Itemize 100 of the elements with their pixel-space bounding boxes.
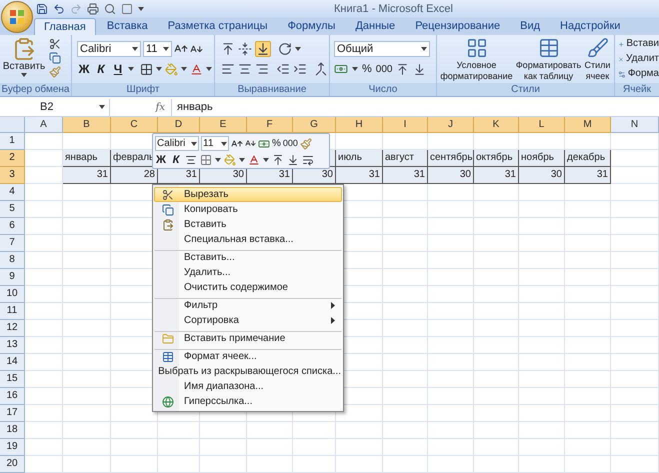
ribbon-tab[interactable]: Надстройки bbox=[551, 18, 630, 35]
row-header[interactable]: 15 bbox=[0, 371, 25, 388]
row-header[interactable]: 1 bbox=[0, 133, 25, 150]
caret-icon[interactable] bbox=[352, 67, 358, 72]
align-right-icon[interactable] bbox=[255, 62, 269, 76]
column-header[interactable]: L bbox=[519, 117, 565, 133]
caret-icon[interactable] bbox=[128, 67, 134, 71]
style-button[interactable]: Форматировать как таблицу bbox=[516, 37, 580, 82]
decrease-indent-icon[interactable] bbox=[276, 62, 290, 76]
ribbon-tab[interactable]: Формулы bbox=[278, 18, 344, 35]
decrease-decimal-icon[interactable] bbox=[413, 62, 426, 76]
row-header[interactable]: 9 bbox=[0, 269, 25, 286]
caret-icon[interactable] bbox=[191, 142, 197, 146]
row-header[interactable]: 4 bbox=[0, 184, 25, 201]
name-box[interactable]: B2 bbox=[0, 98, 110, 116]
align-top-icon[interactable] bbox=[221, 42, 235, 56]
ribbon-tab[interactable]: Вставка bbox=[98, 18, 157, 35]
caret-icon[interactable] bbox=[215, 158, 221, 162]
align-middle-icon[interactable] bbox=[238, 42, 252, 56]
font-color-icon[interactable] bbox=[248, 154, 260, 166]
caret-icon[interactable] bbox=[156, 67, 162, 71]
format-painter-icon[interactable] bbox=[49, 66, 61, 78]
menu-item[interactable]: Выбрать из раскрывающегося списка... bbox=[154, 364, 342, 379]
printer-icon[interactable] bbox=[87, 3, 99, 15]
align-left-icon[interactable] bbox=[221, 62, 235, 76]
caret-icon[interactable] bbox=[21, 73, 27, 77]
align-center-icon[interactable] bbox=[185, 154, 197, 166]
menu-item[interactable]: Копировать bbox=[154, 202, 342, 217]
row-header[interactable]: 7 bbox=[0, 235, 25, 252]
style-button[interactable]: Стили ячеек bbox=[582, 37, 614, 82]
caret-icon[interactable] bbox=[138, 7, 144, 11]
menu-item[interactable]: Специальная вставка... bbox=[154, 232, 342, 247]
font-name-field[interactable]: Calibri bbox=[155, 136, 199, 151]
ribbon-tab[interactable]: Разметка страницы bbox=[158, 18, 277, 35]
font-name-field[interactable]: Calibri bbox=[77, 41, 141, 57]
column-header[interactable]: I bbox=[383, 117, 428, 133]
column-header[interactable]: C bbox=[111, 117, 158, 133]
increase-decimal-icon[interactable] bbox=[272, 154, 284, 166]
decrease-decimal-icon[interactable] bbox=[287, 154, 299, 166]
row-header[interactable]: 6 bbox=[0, 218, 25, 235]
column-header[interactable]: K bbox=[474, 117, 519, 133]
caret-icon[interactable] bbox=[239, 158, 245, 162]
column-header[interactable]: E bbox=[200, 117, 247, 133]
settings-icon[interactable] bbox=[618, 68, 626, 80]
bold-button[interactable]: Ж bbox=[77, 61, 91, 77]
cells-button[interactable]: Форма bbox=[628, 67, 659, 81]
align-center-icon[interactable] bbox=[238, 62, 252, 76]
column-header[interactable]: N bbox=[611, 117, 659, 133]
undo-icon[interactable] bbox=[53, 3, 65, 15]
shrink-font-icon[interactable] bbox=[245, 138, 256, 149]
row-header[interactable]: 17 bbox=[0, 405, 25, 422]
menu-item[interactable]: Имя диапазона... bbox=[154, 379, 342, 394]
column-header[interactable]: M bbox=[565, 117, 611, 133]
caret-icon[interactable] bbox=[99, 105, 105, 109]
italic-button[interactable]: К bbox=[170, 153, 182, 167]
cut-icon[interactable] bbox=[49, 38, 61, 50]
number-format-field[interactable]: Общий bbox=[334, 41, 430, 57]
grow-font-icon[interactable] bbox=[231, 138, 243, 150]
document-icon[interactable] bbox=[121, 3, 133, 15]
font-size-field[interactable]: 11 bbox=[201, 136, 229, 151]
row-header[interactable]: 5 bbox=[0, 201, 25, 218]
caret-icon[interactable] bbox=[295, 47, 301, 51]
column-header[interactable]: G bbox=[293, 117, 336, 133]
ribbon-tab[interactable]: Главная bbox=[34, 18, 96, 35]
menu-item[interactable]: Вставить примечание bbox=[154, 331, 342, 346]
caret-icon[interactable] bbox=[181, 67, 187, 71]
percent-button[interactable]: % bbox=[362, 61, 372, 78]
menu-item[interactable]: Вставить... bbox=[154, 250, 342, 265]
row-header[interactable]: 18 bbox=[0, 422, 25, 439]
underline-button[interactable]: Ч bbox=[111, 61, 125, 77]
column-header[interactable]: A bbox=[25, 117, 63, 133]
row-header[interactable]: 20 bbox=[0, 456, 25, 473]
fill-color-icon[interactable] bbox=[165, 62, 178, 76]
thousands-button[interactable]: 000 bbox=[282, 136, 298, 150]
row-header[interactable]: 13 bbox=[0, 337, 25, 354]
menu-item[interactable]: Очистить содержимое bbox=[154, 280, 342, 295]
copy-icon[interactable] bbox=[49, 52, 61, 64]
orientation-icon[interactable] bbox=[278, 42, 292, 56]
percent-button[interactable]: % bbox=[272, 136, 281, 151]
row-header[interactable]: 8 bbox=[0, 252, 25, 269]
row-header[interactable]: 19 bbox=[0, 439, 25, 456]
ribbon-tab[interactable]: Рецензирование bbox=[406, 18, 510, 35]
font-size-field[interactable]: 11 bbox=[143, 41, 172, 57]
thousands-button[interactable]: 000 bbox=[376, 62, 392, 77]
caret-icon[interactable] bbox=[421, 47, 427, 51]
row-header[interactable]: 12 bbox=[0, 320, 25, 337]
row-header[interactable]: 16 bbox=[0, 388, 25, 405]
row-header[interactable]: 10 bbox=[0, 286, 25, 303]
row-header[interactable]: 3 bbox=[0, 167, 25, 184]
save-icon[interactable] bbox=[36, 3, 48, 15]
row-header[interactable]: 14 bbox=[0, 354, 25, 371]
menu-item[interactable]: Вставить bbox=[154, 217, 342, 232]
style-button[interactable]: Условное форматирование bbox=[438, 37, 516, 82]
preview-icon[interactable] bbox=[104, 3, 116, 15]
borders-icon[interactable] bbox=[140, 62, 153, 76]
caret-icon[interactable] bbox=[132, 47, 138, 51]
column-header[interactable]: F bbox=[247, 117, 293, 133]
increase-decimal-icon[interactable] bbox=[396, 62, 410, 76]
font-color-icon[interactable] bbox=[190, 62, 203, 76]
caret-icon[interactable] bbox=[206, 67, 212, 71]
